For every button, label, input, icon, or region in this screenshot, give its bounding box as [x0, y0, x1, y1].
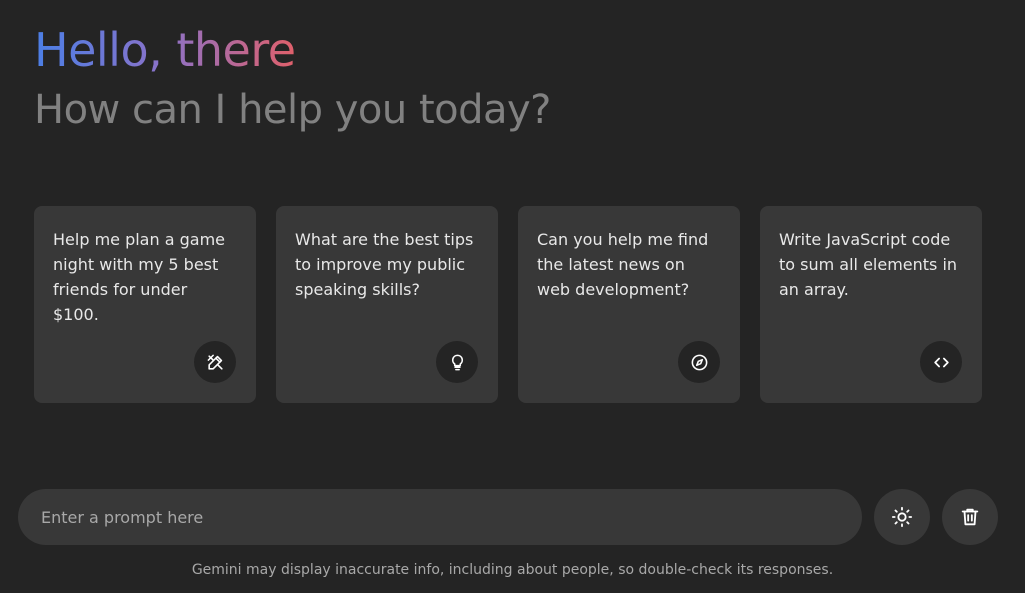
chat-page: Hello, there How can I help you today? H…: [0, 0, 1025, 593]
suggestion-list: Help me plan a game night with my 5 best…: [34, 206, 982, 403]
suggestion-text: Help me plan a game night with my 5 best…: [53, 230, 225, 324]
suggestion-card-game-night[interactable]: Help me plan a game night with my 5 best…: [34, 206, 256, 403]
suggestion-text: What are the best tips to improve my pub…: [295, 230, 474, 299]
suggestion-text: Write JavaScript code to sum all element…: [779, 230, 958, 299]
code-icon: [920, 341, 962, 383]
disclaimer-text: Gemini may display inaccurate info, incl…: [191, 562, 834, 578]
suggestion-card-javascript-code[interactable]: Write JavaScript code to sum all element…: [760, 206, 982, 403]
sun-icon: [891, 506, 913, 528]
greeting-subtitle: How can I help you today?: [34, 87, 551, 133]
suggestion-card-public-speaking[interactable]: What are the best tips to improve my pub…: [276, 206, 498, 403]
draw-icon: [194, 341, 236, 383]
prompt-box: [18, 489, 862, 545]
delete-chat-button[interactable]: [942, 489, 998, 545]
prompt-bar: [18, 489, 998, 545]
header: Hello, there How can I help you today?: [34, 20, 551, 136]
compass-icon: [678, 341, 720, 383]
theme-toggle-button[interactable]: [874, 489, 930, 545]
prompt-input[interactable]: [41, 507, 839, 527]
greeting-title: Hello, there: [34, 20, 296, 80]
trash-icon: [961, 508, 979, 526]
lightbulb-icon: [436, 341, 478, 383]
suggestion-text: Can you help me find the latest news on …: [537, 230, 709, 299]
suggestion-card-web-news[interactable]: Can you help me find the latest news on …: [518, 206, 740, 403]
